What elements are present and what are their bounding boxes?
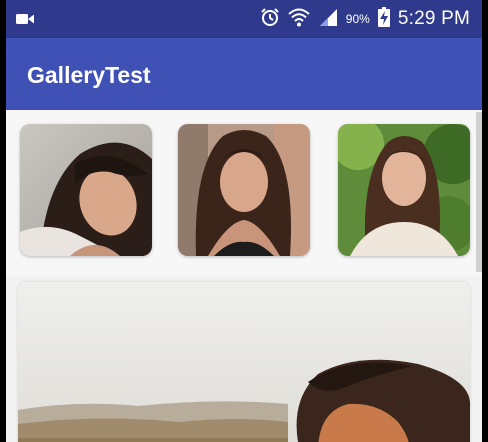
status-bar: 90% 5:29 PM <box>6 0 482 38</box>
thumbnail-gallery[interactable] <box>6 110 482 276</box>
app-screen: 90% 5:29 PM GalleryTest <box>6 0 482 442</box>
clock-time: 5:29 PM <box>397 8 470 29</box>
image-preview[interactable] <box>18 282 470 442</box>
status-icons: 90% 5:29 PM <box>260 6 470 32</box>
thumbnail-2[interactable] <box>178 124 310 256</box>
thumbnail-3[interactable] <box>338 124 470 256</box>
signal-icon <box>318 7 338 32</box>
battery-charging-icon <box>377 6 390 32</box>
wifi-icon <box>288 7 310 32</box>
app-title: GalleryTest <box>27 62 151 88</box>
scrollbar[interactable] <box>476 112 482 272</box>
alarm-clock-icon <box>260 7 280 32</box>
thumbnail-1[interactable] <box>20 124 152 256</box>
battery-percent: 90% <box>345 12 370 26</box>
app-bar: GalleryTest <box>6 38 482 110</box>
video-camera-icon <box>16 12 34 24</box>
